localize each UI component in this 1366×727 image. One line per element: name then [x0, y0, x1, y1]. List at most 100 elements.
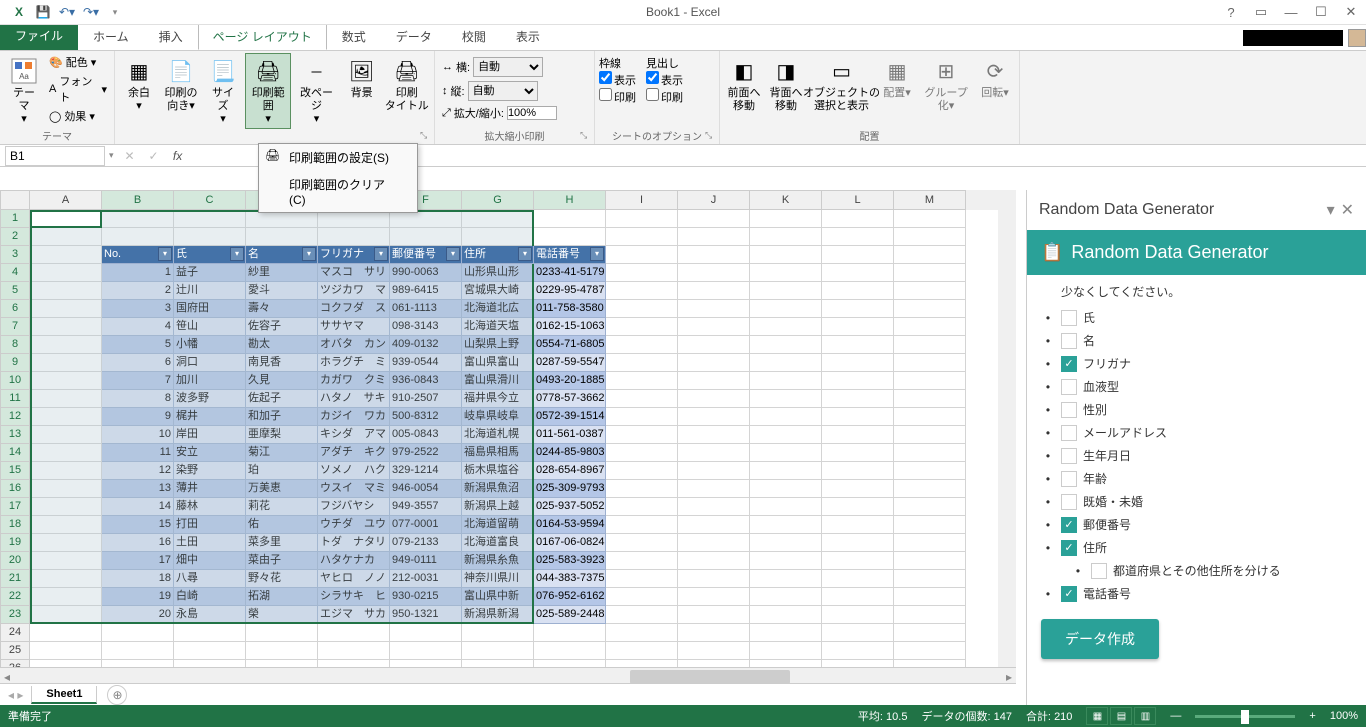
cell[interactable] — [606, 408, 678, 426]
cell[interactable]: 0554-71-6805 — [534, 336, 606, 354]
cell[interactable] — [750, 570, 822, 588]
cell[interactable] — [174, 210, 246, 228]
cell[interactable]: 北海道天塩 — [462, 318, 534, 336]
cell[interactable] — [750, 642, 822, 660]
cell[interactable] — [30, 210, 102, 228]
cell[interactable] — [894, 624, 966, 642]
cell[interactable] — [30, 282, 102, 300]
row-header[interactable]: 21 — [0, 570, 30, 588]
checkbox[interactable] — [1061, 425, 1077, 441]
taskpane-option[interactable]: •血液型 — [1041, 375, 1352, 398]
cell[interactable] — [606, 318, 678, 336]
filter-button[interactable]: ▾ — [374, 247, 388, 261]
cell[interactable] — [30, 534, 102, 552]
cell[interactable] — [462, 660, 534, 667]
cell[interactable]: 神奈川県川 — [462, 570, 534, 588]
filter-button[interactable]: ▾ — [158, 247, 172, 261]
row-header[interactable]: 3 — [0, 246, 30, 264]
cell[interactable] — [606, 480, 678, 498]
cell[interactable]: 077-0001 — [390, 516, 462, 534]
cell[interactable] — [894, 246, 966, 264]
cell[interactable]: 北海道札幌 — [462, 426, 534, 444]
row-header[interactable]: 23 — [0, 606, 30, 624]
checkbox[interactable]: ✓ — [1061, 540, 1077, 556]
horizontal-scroll-thumb[interactable] — [630, 670, 790, 684]
cell[interactable] — [678, 336, 750, 354]
cell[interactable] — [678, 264, 750, 282]
cell[interactable] — [174, 624, 246, 642]
cell[interactable]: トダ ナタリ — [318, 534, 390, 552]
cell[interactable] — [750, 660, 822, 667]
cell[interactable] — [894, 588, 966, 606]
column-header-G[interactable]: G — [462, 190, 534, 210]
cell[interactable] — [30, 336, 102, 354]
cell[interactable]: 打田 — [174, 516, 246, 534]
cell[interactable]: ツジカワ マ — [318, 282, 390, 300]
cell[interactable]: 011-758-3580 — [534, 300, 606, 318]
cell[interactable] — [606, 372, 678, 390]
cell[interactable] — [606, 390, 678, 408]
cell[interactable] — [822, 426, 894, 444]
cell[interactable]: 佑 — [246, 516, 318, 534]
gridlines-view-check[interactable]: 表示 — [599, 75, 636, 87]
cell[interactable]: フジバヤシ — [318, 498, 390, 516]
cell[interactable]: カジイ ワカ — [318, 408, 390, 426]
cell[interactable]: 小幡 — [174, 336, 246, 354]
row-header[interactable]: 20 — [0, 552, 30, 570]
cell[interactable] — [894, 354, 966, 372]
cell[interactable] — [750, 552, 822, 570]
cell[interactable]: 紗里 — [246, 264, 318, 282]
cell[interactable]: 936-0843 — [390, 372, 462, 390]
cell[interactable]: 富山県富山 — [462, 354, 534, 372]
taskpane-option[interactable]: •性別 — [1041, 398, 1352, 421]
cell[interactable]: 国府田 — [174, 300, 246, 318]
cell[interactable]: 946-0054 — [390, 480, 462, 498]
undo-button[interactable]: ↶▾ — [56, 1, 78, 23]
cell[interactable] — [750, 588, 822, 606]
row-header[interactable]: 16 — [0, 480, 30, 498]
cell[interactable]: 949-3557 — [390, 498, 462, 516]
cell[interactable] — [30, 426, 102, 444]
generate-data-button[interactable]: データ作成 — [1041, 619, 1159, 659]
cell[interactable]: フリガナ▾ — [318, 246, 390, 264]
cell[interactable]: 菜由子 — [246, 552, 318, 570]
cell[interactable]: 辻川 — [174, 282, 246, 300]
cell[interactable] — [750, 444, 822, 462]
cell[interactable] — [822, 462, 894, 480]
cell[interactable]: 珀 — [246, 462, 318, 480]
cell[interactable] — [606, 624, 678, 642]
cell[interactable]: キシダ アマ — [318, 426, 390, 444]
cell[interactable]: エジマ サカ — [318, 606, 390, 624]
row-header[interactable]: 6 — [0, 300, 30, 318]
cell[interactable] — [894, 444, 966, 462]
cell[interactable] — [894, 462, 966, 480]
cell[interactable]: 14 — [102, 498, 174, 516]
cell[interactable] — [750, 624, 822, 642]
cell[interactable] — [30, 264, 102, 282]
zoom-thumb[interactable] — [1241, 710, 1249, 724]
tab-data[interactable]: データ — [381, 23, 447, 50]
cell[interactable]: 拓湖 — [246, 588, 318, 606]
cell[interactable] — [30, 498, 102, 516]
cancel-formula-button[interactable]: ✕ — [118, 146, 142, 166]
user-avatar[interactable] — [1348, 29, 1366, 47]
tab-formulas[interactable]: 数式 — [327, 23, 381, 50]
cell[interactable]: 098-3143 — [390, 318, 462, 336]
taskpane-option[interactable]: •氏 — [1041, 306, 1352, 329]
taskpane-option[interactable]: •都道府県とその他住所を分ける — [1041, 559, 1352, 582]
cell[interactable] — [822, 516, 894, 534]
cell[interactable] — [822, 606, 894, 624]
tab-insert[interactable]: 挿入 — [144, 23, 198, 50]
cell[interactable] — [462, 228, 534, 246]
cell[interactable]: ハタノ サキ — [318, 390, 390, 408]
taskpane-option[interactable]: •✓フリガナ — [1041, 352, 1352, 375]
cell[interactable]: 11 — [102, 444, 174, 462]
cell[interactable] — [318, 228, 390, 246]
cell[interactable]: 950-1321 — [390, 606, 462, 624]
taskpane-menu-button[interactable]: ▾ — [1327, 200, 1335, 220]
cell[interactable]: 永島 — [174, 606, 246, 624]
cell[interactable]: 万美恵 — [246, 480, 318, 498]
cell[interactable] — [30, 480, 102, 498]
cell[interactable] — [678, 210, 750, 228]
cell[interactable] — [750, 498, 822, 516]
